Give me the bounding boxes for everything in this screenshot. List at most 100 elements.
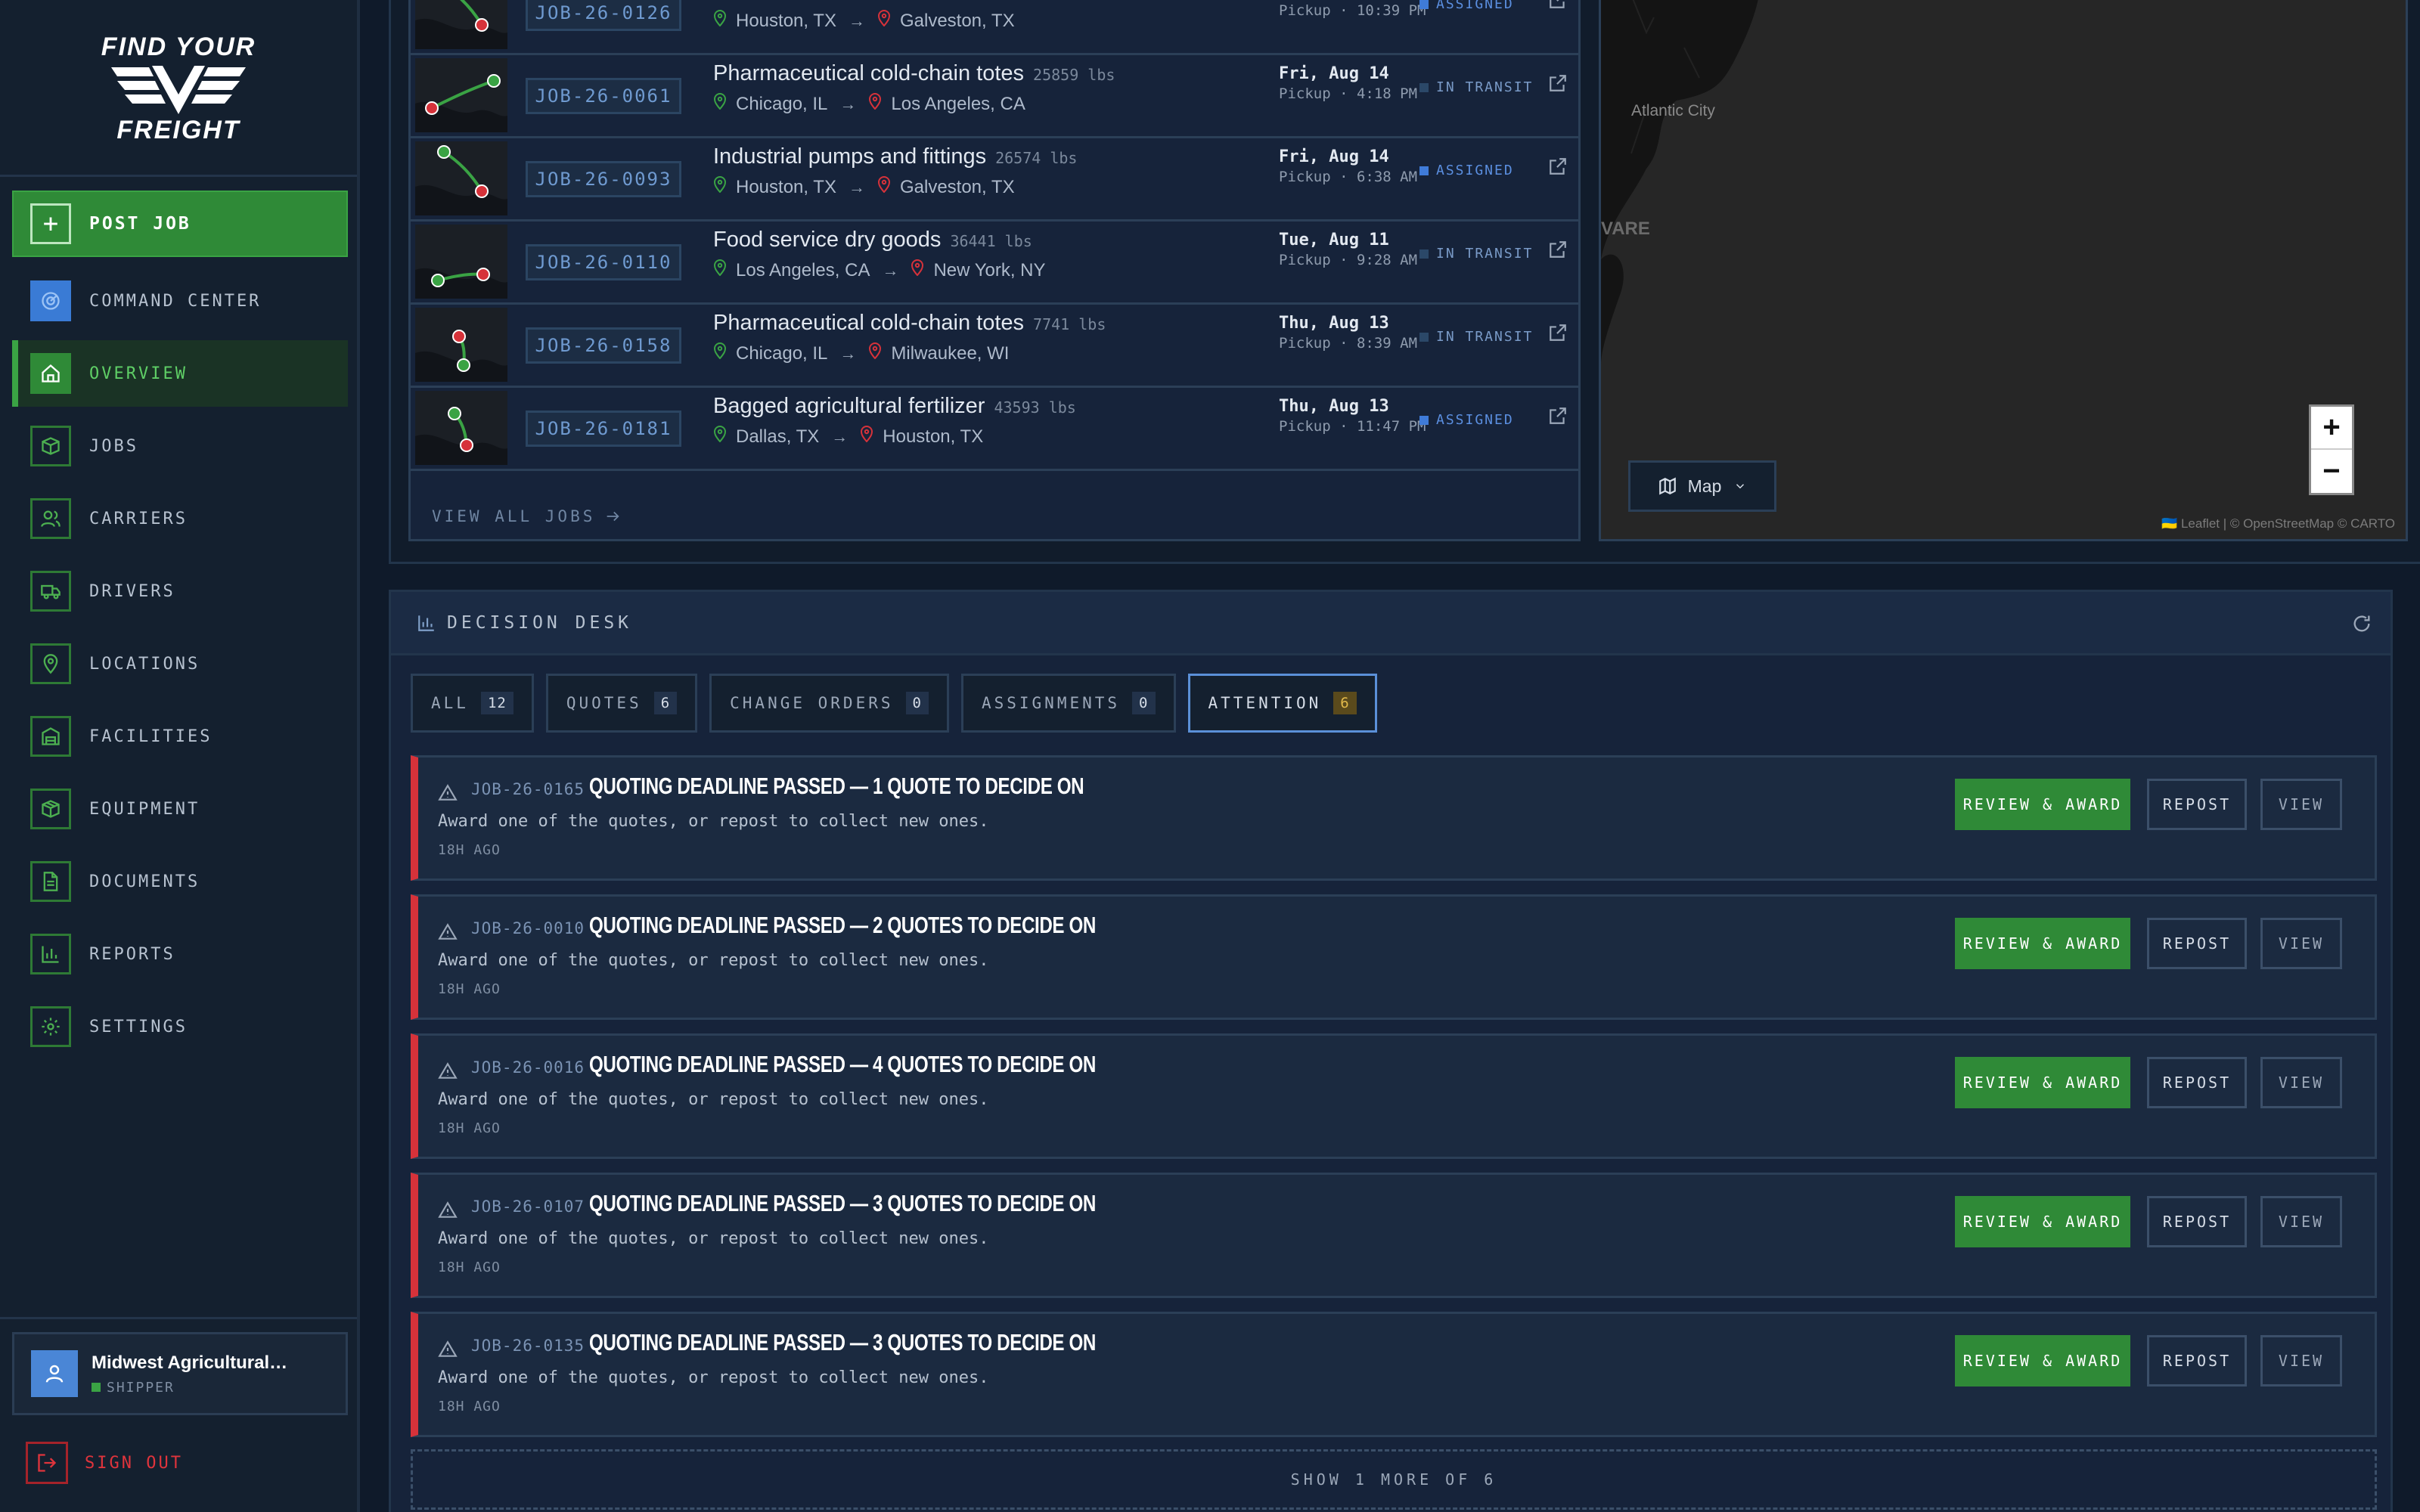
map-layer-button[interactable]: Map: [1628, 460, 1776, 512]
job-destination: Galveston, TX: [899, 176, 1015, 197]
tab-change-orders[interactable]: CHANGE ORDERS 0: [709, 674, 949, 733]
sidebar-item-equipment[interactable]: EQUIPMENT: [12, 776, 348, 842]
user-card[interactable]: Midwest Agricultural… SHIPPER: [12, 1332, 348, 1415]
external-link-icon[interactable]: [1548, 406, 1568, 426]
view-button[interactable]: VIEW: [2260, 1057, 2342, 1108]
package-icon: [30, 789, 71, 829]
job-id-badge[interactable]: JOB-26-0158: [526, 327, 681, 364]
job-route: Chicago, IL → Los Angeles, CA: [713, 93, 1025, 115]
review-award-button[interactable]: REVIEW & AWARD: [1955, 918, 2130, 969]
job-weight: 29193 lbs: [934, 0, 1016, 1]
external-link-icon[interactable]: [1548, 240, 1568, 259]
job-row[interactable]: JOB-26-0181 Bagged agricultural fertilize…: [411, 388, 1578, 471]
tab-quotes[interactable]: QUOTES 6: [545, 674, 698, 733]
view-button[interactable]: VIEW: [2260, 779, 2342, 830]
review-award-button[interactable]: REVIEW & AWARD: [1955, 1057, 2130, 1108]
attention-timestamp: 18H AGO: [438, 1120, 501, 1136]
zoom-out-button[interactable]: −: [2311, 450, 2352, 493]
attention-title: QUOTING DEADLINE PASSED — 3 QUOTES TO DE…: [589, 1190, 1096, 1216]
sidebar: FIND YOUR FREIGHT + POST JOB COMMAND CEN…: [0, 0, 360, 1512]
view-button[interactable]: VIEW: [2260, 1196, 2342, 1247]
post-job-button[interactable]: + POST JOB: [12, 191, 348, 257]
repost-button[interactable]: REPOST: [2147, 918, 2247, 969]
job-row[interactable]: JOB-26-0093 Industrial pumps and fittings…: [411, 138, 1578, 222]
attention-timestamp: 18H AGO: [438, 981, 501, 997]
sidebar-item-label: JOBS: [89, 436, 138, 456]
sidebar-item-jobs[interactable]: JOBS: [12, 413, 348, 479]
repost-button[interactable]: REPOST: [2147, 1196, 2247, 1247]
sign-out-button[interactable]: SIGN OUT: [26, 1441, 183, 1485]
refresh-icon[interactable]: [2351, 613, 2372, 634]
route-thumbnail: [415, 141, 507, 215]
tab-attention[interactable]: ATTENTION 6: [1187, 674, 1377, 733]
brand-logo[interactable]: FIND YOUR FREIGHT: [99, 31, 258, 144]
job-pickup-time: Pickup · 10:39 PM: [1279, 2, 1426, 19]
sidebar-item-label: CARRIERS: [89, 509, 188, 528]
zoom-in-button[interactable]: +: [2311, 407, 2352, 450]
job-id-badge[interactable]: JOB-26-0061: [526, 78, 681, 114]
sidebar-item-command-center[interactable]: COMMAND CENTER: [12, 268, 348, 334]
sidebar-item-overview[interactable]: OVERVIEW: [12, 340, 348, 407]
job-row[interactable]: JOB-26-0061 Pharmaceutical cold-chain tot…: [411, 55, 1578, 138]
post-job-label: POST JOB: [89, 214, 191, 234]
view-button[interactable]: VIEW: [2260, 1335, 2342, 1387]
attention-job-id[interactable]: JOB-26-0010: [471, 919, 585, 937]
job-id-badge[interactable]: JOB-26-0181: [526, 411, 681, 447]
sidebar-item-settings[interactable]: SETTINGS: [12, 993, 348, 1060]
attention-job-id[interactable]: JOB-26-0016: [471, 1058, 585, 1077]
attention-job-id[interactable]: JOB-26-0135: [471, 1337, 585, 1355]
sidebar-item-label: REPORTS: [89, 944, 175, 964]
external-link-icon[interactable]: [1548, 73, 1568, 93]
main-content: VIEW ALL JOBS JOB-26-0126 Automotive stee…: [360, 0, 2420, 1512]
external-link-icon[interactable]: [1548, 156, 1568, 176]
sidebar-item-facilities[interactable]: FACILITIES: [12, 703, 348, 770]
external-link-icon[interactable]: [1548, 323, 1568, 342]
map-attribution[interactable]: 🇺🇦 Leaflet | © OpenStreetMap © CARTO: [2161, 516, 2395, 531]
repost-button[interactable]: REPOST: [2147, 1335, 2247, 1387]
sidebar-item-reports[interactable]: REPORTS: [12, 921, 348, 987]
user-icon: [45, 1365, 64, 1383]
sidebar-item-documents[interactable]: DOCUMENTS: [12, 848, 348, 915]
status-badge: ASSIGNED: [1419, 412, 1514, 428]
attention-job-id[interactable]: JOB-26-0165: [471, 780, 585, 798]
origin-pin-icon: [713, 426, 736, 448]
sidebar-nav: COMMAND CENTER OVERVIEW JOBS CARRIERS DR…: [12, 268, 348, 1066]
sidebar-item-locations[interactable]: LOCATIONS: [12, 631, 348, 697]
repost-button[interactable]: REPOST: [2147, 779, 2247, 830]
job-id-badge[interactable]: JOB-26-0126: [526, 0, 681, 31]
job-row[interactable]: JOB-26-0158 Pharmaceutical cold-chain tot…: [411, 305, 1578, 388]
sidebar-item-label: DRIVERS: [89, 581, 175, 601]
job-row[interactable]: JOB-26-0126 Automotive steel coils 29193 l…: [411, 0, 1578, 55]
sign-out-label: SIGN OUT: [85, 1453, 183, 1473]
attention-job-id[interactable]: JOB-26-0107: [471, 1198, 585, 1216]
repost-button[interactable]: REPOST: [2147, 1057, 2247, 1108]
map-view[interactable]: Atlantic City VARE + − Map 🇺🇦 Leaflet | …: [1599, 0, 2408, 541]
warning-icon: [438, 923, 458, 940]
job-title-text: Industrial pumps and fittings: [713, 144, 987, 169]
attention-timestamp: 18H AGO: [438, 1259, 501, 1275]
job-id-badge[interactable]: JOB-26-0110: [526, 244, 681, 280]
external-link-icon[interactable]: [1548, 0, 1568, 10]
sidebar-item-drivers[interactable]: DRIVERS: [12, 558, 348, 624]
review-award-button[interactable]: REVIEW & AWARD: [1955, 1335, 2130, 1387]
job-weight: 36441 lbs: [950, 232, 1032, 250]
sidebar-item-carriers[interactable]: CARRIERS: [12, 485, 348, 552]
origin-pin-icon: [713, 93, 736, 115]
job-date: Fri, Aug 14: [1279, 64, 1389, 83]
view-button[interactable]: VIEW: [2260, 918, 2342, 969]
review-award-button[interactable]: REVIEW & AWARD: [1955, 779, 2130, 830]
show-more-button[interactable]: SHOW 1 MORE OF 6: [411, 1449, 2377, 1510]
review-award-button[interactable]: REVIEW & AWARD: [1955, 1196, 2130, 1247]
sidebar-item-label: COMMAND CENTER: [89, 291, 262, 311]
job-row[interactable]: JOB-26-0110 Food service dry goods 36441 l…: [411, 222, 1578, 305]
status-badge: ASSIGNED: [1419, 163, 1514, 178]
view-all-jobs-link[interactable]: VIEW ALL JOBS: [432, 507, 621, 525]
job-id-badge[interactable]: JOB-26-0093: [526, 161, 681, 197]
avatar: [31, 1350, 78, 1397]
tab-assignments[interactable]: ASSIGNMENTS 0: [960, 674, 1176, 733]
status-badge: IN TRANSIT: [1419, 246, 1533, 262]
destination-pin-icon: [868, 93, 891, 115]
warning-icon: [438, 1340, 458, 1357]
status-dot: [1419, 82, 1429, 92]
tab-all[interactable]: ALL 12: [411, 674, 534, 733]
